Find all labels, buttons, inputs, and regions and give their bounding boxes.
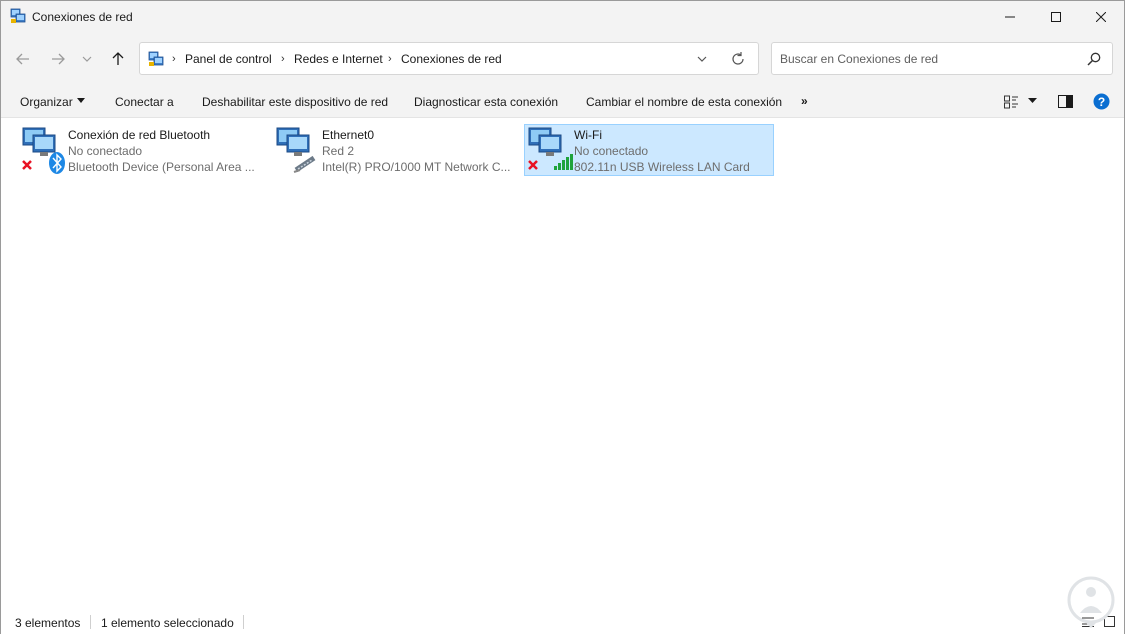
connect-to-button[interactable]: Conectar a	[115, 95, 174, 109]
arrow-up-icon	[112, 52, 124, 65]
explorer-window: Conexiones de red › Panel de control › R…	[0, 0, 1125, 634]
connection-name: Conexión de red Bluetooth	[68, 128, 211, 142]
up-button[interactable]	[107, 48, 129, 70]
ethernet-network-icon	[276, 127, 316, 173]
breadcrumb-redes-e-internet[interactable]: Redes e Internet	[294, 52, 383, 66]
connection-status: No conectado	[574, 144, 649, 158]
connection-device: Bluetooth Device (Personal Area ...	[68, 160, 255, 174]
chevron-down-icon	[82, 56, 92, 62]
refresh-icon[interactable]	[730, 51, 746, 67]
more-commands-button[interactable]: »	[801, 94, 808, 108]
command-bar: Organizar Conectar a Deshabilitar este d…	[1, 86, 1124, 118]
connection-item-bluetooth[interactable]: Conexión de red Bluetooth No conectado B…	[18, 124, 268, 176]
close-icon	[1096, 11, 1106, 22]
rename-connection-button[interactable]: Cambiar el nombre de esta conexión	[586, 95, 782, 109]
svg-text:?: ?	[1098, 95, 1105, 109]
selection-count: 1 elemento seleccionado	[101, 616, 234, 630]
forward-button[interactable]	[47, 48, 69, 70]
search-input[interactable]	[773, 44, 1073, 73]
status-bar: 3 elementos 1 elemento seleccionado	[1, 609, 1124, 634]
window-title: Conexiones de red	[32, 10, 133, 24]
watermark-logo	[1067, 576, 1115, 628]
maximize-icon	[1051, 11, 1061, 22]
status-divider	[90, 615, 91, 629]
connection-item-ethernet[interactable]: Ethernet0 Red 2 Intel(R) PRO/1000 MT Net…	[272, 124, 522, 176]
connection-name: Ethernet0	[322, 128, 375, 142]
recent-locations-button[interactable]	[78, 48, 96, 70]
minimize-icon	[1005, 16, 1015, 17]
network-connections-icon	[10, 8, 26, 23]
title-bar: Conexiones de red	[1, 1, 1124, 32]
search-box[interactable]	[771, 42, 1113, 75]
status-divider	[243, 615, 244, 629]
organize-button[interactable]: Organizar	[20, 95, 73, 109]
wifi-network-icon	[528, 127, 573, 170]
control-panel-icon	[148, 51, 164, 66]
view-options-icon[interactable]	[1004, 95, 1018, 109]
preview-pane-icon[interactable]	[1058, 94, 1073, 109]
breadcrumb-conexiones-de-red[interactable]: Conexiones de red	[401, 52, 502, 66]
item-count: 3 elementos	[15, 616, 81, 630]
navigation-bar: › Panel de control › Redes e Internet › …	[1, 32, 1124, 86]
disable-device-button[interactable]: Deshabilitar este dispositivo de red	[202, 95, 388, 109]
view-dropdown-icon[interactable]	[1028, 98, 1037, 104]
arrow-left-icon	[16, 53, 29, 65]
breadcrumb-panel-de-control[interactable]: Panel de control	[185, 52, 272, 66]
address-dropdown-icon[interactable]	[695, 52, 709, 66]
help-icon[interactable]: ?	[1093, 93, 1110, 110]
connection-device: Intel(R) PRO/1000 MT Network C...	[322, 160, 511, 174]
minimize-button[interactable]	[987, 1, 1033, 32]
connection-name: Wi-Fi	[574, 128, 602, 142]
arrow-right-icon	[52, 53, 65, 65]
connections-list: Conexión de red Bluetooth No conectado B…	[1, 118, 1124, 609]
connection-status: No conectado	[68, 144, 143, 158]
connection-status: Red 2	[322, 144, 355, 158]
close-button[interactable]	[1078, 1, 1124, 32]
breadcrumb-separator-icon[interactable]: ›	[388, 53, 392, 65]
breadcrumb-separator-icon[interactable]: ›	[281, 53, 285, 65]
back-button[interactable]	[12, 48, 34, 70]
connection-device: 802.11n USB Wireless LAN Card	[574, 160, 750, 174]
address-bar[interactable]: › Panel de control › Redes e Internet › …	[139, 42, 759, 75]
search-icon[interactable]	[1086, 51, 1102, 67]
connection-item-wifi[interactable]: Wi-Fi No conectado 802.11n USB Wireless …	[524, 124, 774, 176]
diagnose-connection-button[interactable]: Diagnosticar esta conexión	[414, 95, 558, 109]
caret-down-icon[interactable]	[77, 98, 85, 104]
breadcrumb-separator-icon: ›	[172, 53, 176, 65]
bluetooth-network-icon	[22, 127, 65, 174]
maximize-button[interactable]	[1033, 1, 1079, 32]
